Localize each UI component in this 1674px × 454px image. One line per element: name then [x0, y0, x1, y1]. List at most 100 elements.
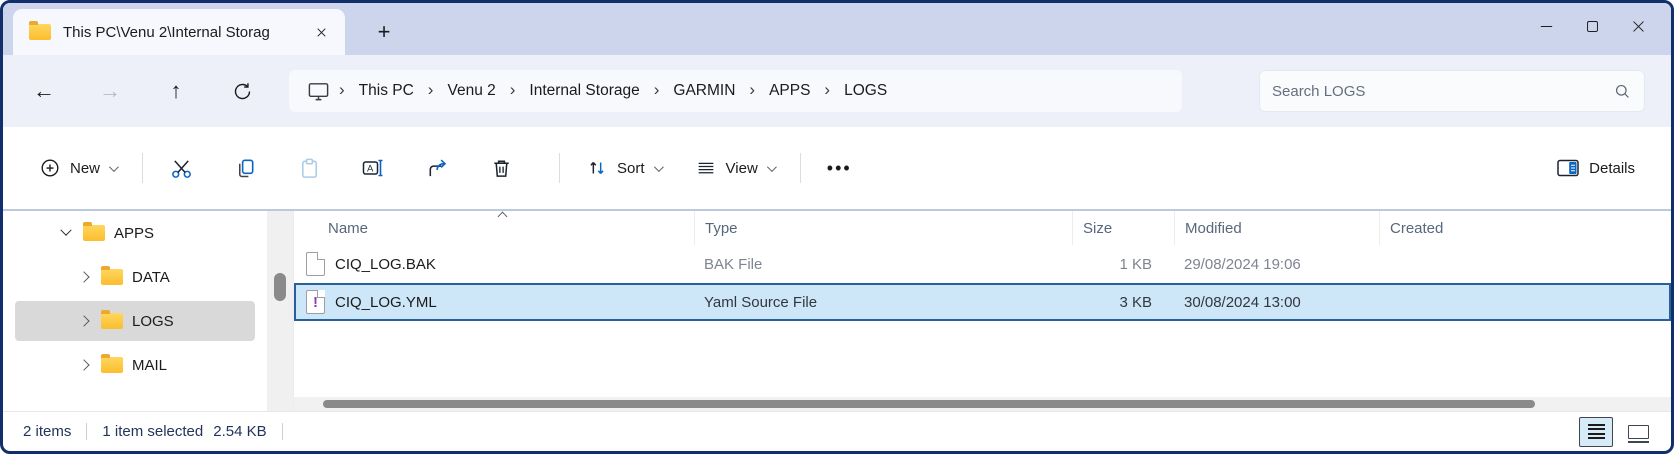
minimize-button[interactable]	[1523, 3, 1569, 49]
file-name: CIQ_LOG.BAK	[335, 256, 436, 273]
column-header[interactable]: Type	[694, 211, 1072, 245]
share-icon	[426, 157, 449, 180]
new-button[interactable]: New	[29, 146, 126, 190]
column-header[interactable]: Created	[1379, 211, 1671, 245]
search-input[interactable]	[1272, 83, 1613, 100]
breadcrumb-item[interactable]: This PC	[348, 76, 425, 106]
new-button-label: New	[70, 160, 100, 177]
share-button[interactable]	[415, 146, 459, 190]
maximize-button[interactable]	[1569, 3, 1615, 49]
paste-button[interactable]	[287, 146, 331, 190]
details-view-icon	[1588, 424, 1605, 426]
scrollbar-thumb[interactable]	[274, 273, 286, 301]
file-name-cell: CIQ_LOG.YML	[294, 283, 694, 321]
sidebar-folder-label: DATA	[132, 269, 170, 286]
breadcrumb-item[interactable]: Venu 2	[436, 76, 506, 106]
sidebar-folder-item[interactable]: MAIL	[15, 345, 255, 385]
window-controls	[1523, 3, 1661, 49]
search-icon[interactable]	[1613, 82, 1632, 101]
refresh-button[interactable]	[219, 69, 265, 113]
this-pc-device-icon[interactable]	[301, 80, 336, 103]
file-name: CIQ_LOG.YML	[335, 294, 437, 311]
breadcrumb-separator-icon: ›	[746, 80, 758, 100]
command-toolbar: New A Sort View	[3, 127, 1671, 211]
details-pane-button[interactable]: Details	[1546, 146, 1645, 190]
horizontal-scrollbar[interactable]	[294, 397, 1671, 411]
tree-chevron-icon[interactable]	[73, 317, 95, 325]
selection-count: 1 item selected	[102, 423, 203, 440]
view-toggles	[1579, 417, 1653, 447]
file-modified-cell: 30/08/2024 13:00	[1174, 283, 1379, 321]
back-button[interactable]: ←	[21, 69, 67, 113]
sidebar-vertical-scrollbar[interactable]	[267, 211, 293, 411]
scrollbar-thumb[interactable]	[323, 400, 1535, 408]
refresh-icon	[232, 81, 253, 102]
items-count: 2 items	[23, 423, 71, 440]
column-header[interactable]: Size	[1072, 211, 1174, 245]
folder-icon	[83, 225, 105, 241]
toolbar-divider	[800, 153, 801, 183]
tab-close-button[interactable]	[307, 18, 335, 46]
breadcrumb-separator-icon: ›	[651, 80, 663, 100]
breadcrumb-item[interactable]: LOGS	[833, 76, 898, 106]
file-modified-cell: 29/08/2024 19:06	[1174, 245, 1379, 283]
view-button-label: View	[726, 160, 758, 177]
details-button-label: Details	[1589, 160, 1635, 177]
breadcrumb-separator-icon: ›	[425, 80, 437, 100]
status-divider	[86, 423, 87, 440]
sort-button[interactable]: Sort	[576, 146, 671, 190]
minimize-icon	[1538, 18, 1555, 35]
details-view-toggle[interactable]	[1579, 417, 1613, 447]
toolbar-divider	[142, 153, 143, 183]
breadcrumb-item[interactable]: APPS	[758, 76, 821, 106]
folder-icon	[101, 357, 123, 373]
large-icons-view-toggle[interactable]	[1623, 417, 1653, 447]
file-explorer-window: This PC\Venu 2\Internal Storag + ← → ↑	[0, 0, 1674, 454]
chevron-down-icon	[653, 162, 663, 172]
navigation-bar: ← → ↑ › This PC › Venu 2 › Internal Stor…	[3, 55, 1671, 127]
column-header[interactable]: Name	[294, 211, 694, 245]
tree-chevron-icon[interactable]	[73, 273, 95, 281]
cut-button[interactable]	[159, 146, 203, 190]
sidebar-folder-item[interactable]: DATA	[15, 257, 255, 297]
file-size-cell: 1 KB	[1072, 245, 1174, 283]
trash-icon	[490, 157, 513, 180]
tree-chevron-icon[interactable]	[73, 361, 95, 369]
sidebar-folder-item[interactable]: APPS	[15, 213, 255, 253]
close-icon	[1630, 18, 1647, 35]
plus-circle-icon	[39, 157, 61, 179]
file-created-cell	[1379, 245, 1671, 283]
selection-size: 2.54 KB	[213, 423, 266, 440]
sort-icon	[586, 157, 608, 179]
empty-file-area[interactable]	[294, 321, 1671, 397]
file-size-cell: 3 KB	[1072, 283, 1174, 321]
column-header[interactable]: Modified	[1174, 211, 1379, 245]
tab-title: This PC\Venu 2\Internal Storag	[63, 24, 295, 41]
view-icon	[695, 157, 717, 179]
file-row[interactable]: CIQ_LOG.YML Yaml Source File 3 KB 30/08/…	[294, 283, 1671, 321]
view-button[interactable]: View	[685, 146, 784, 190]
sidebar-folder-item[interactable]: LOGS	[15, 301, 255, 341]
status-bar: 2 items 1 item selected 2.54 KB	[3, 411, 1671, 451]
file-type-icon	[306, 290, 325, 314]
folder-icon	[101, 269, 123, 285]
paste-icon	[298, 157, 321, 180]
status-divider	[282, 423, 283, 440]
new-tab-button[interactable]: +	[367, 15, 401, 49]
tree-chevron-icon[interactable]	[55, 229, 77, 237]
explorer-tab[interactable]: This PC\Venu 2\Internal Storag	[13, 9, 345, 55]
file-row[interactable]: CIQ_LOG.BAK BAK File 1 KB 29/08/2024 19:…	[294, 245, 1671, 283]
close-button[interactable]	[1615, 3, 1661, 49]
up-button[interactable]: ↑	[153, 69, 199, 113]
file-type-icon	[306, 252, 325, 276]
folder-icon	[101, 313, 123, 329]
see-more-button[interactable]: •••	[817, 146, 862, 190]
breadcrumb-item[interactable]: Internal Storage	[518, 76, 650, 106]
breadcrumb-item[interactable]: GARMIN	[662, 76, 746, 106]
delete-button[interactable]	[479, 146, 523, 190]
sidebar-folder-label: MAIL	[132, 357, 167, 374]
rename-button[interactable]: A	[351, 146, 395, 190]
copy-button[interactable]	[223, 146, 267, 190]
forward-button[interactable]: →	[87, 69, 133, 113]
breadcrumb-separator-icon: ›	[507, 80, 519, 100]
